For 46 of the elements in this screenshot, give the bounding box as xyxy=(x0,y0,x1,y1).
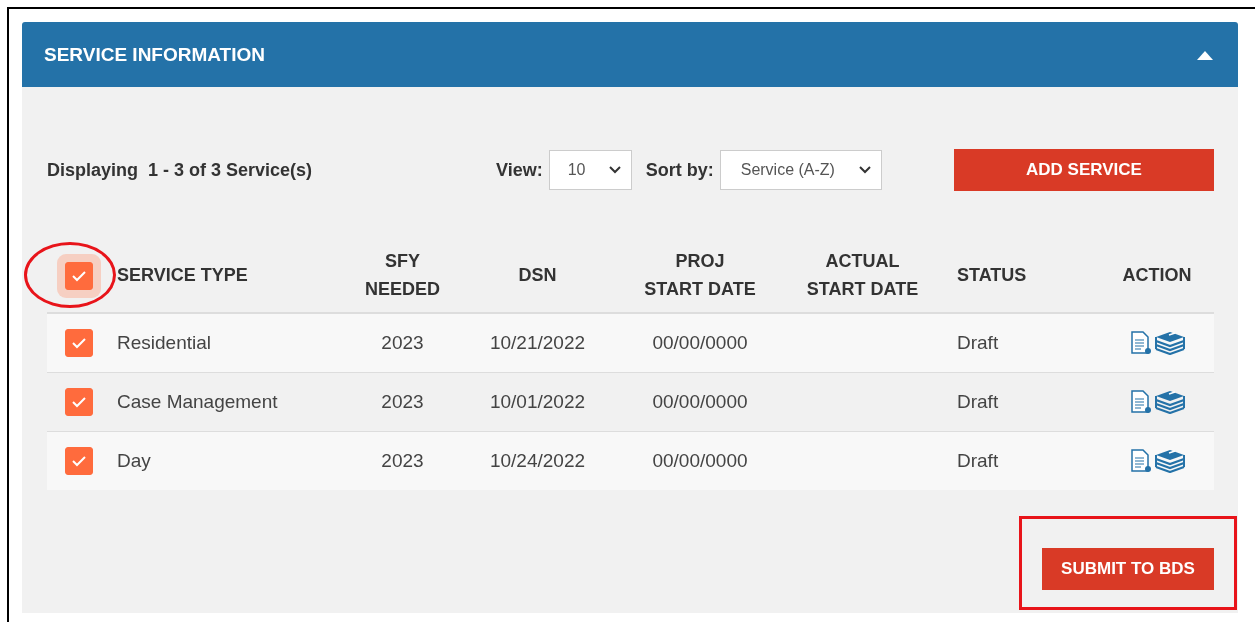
column-header: STATUS xyxy=(956,263,1028,287)
submit-button[interactable]: SUBMIT TO BDS xyxy=(1042,548,1214,590)
panel-title: SERVICE INFORMATION xyxy=(44,43,265,66)
chevron-icon xyxy=(858,166,871,174)
books-icon[interactable] xyxy=(1154,449,1185,473)
check-icon xyxy=(70,455,87,467)
column-header: SERVICE TYPE xyxy=(116,263,249,287)
sort-label: Sort by: xyxy=(645,159,714,181)
table-cell-text: 2023 xyxy=(380,391,425,413)
page-size-select[interactable]: 10 xyxy=(548,150,632,190)
column-header: DSN xyxy=(517,263,558,287)
column-header: ACTUAL START DATE xyxy=(805,249,920,301)
table-cell-text: 00/00/0000 xyxy=(651,391,749,413)
column-header: SFY NEEDED xyxy=(364,249,441,301)
table-cell-text: Case Management xyxy=(116,391,279,413)
add-service-button[interactable]: ADD SERVICE xyxy=(954,149,1214,191)
view-label: View: xyxy=(496,159,543,181)
table-cell-text: 00/00/0000 xyxy=(651,450,749,472)
chevron-icon xyxy=(608,166,621,174)
table-cell-text: Residential xyxy=(116,332,212,354)
results-summary: Displaying 1 - 3 of 3 Service(s) xyxy=(47,159,314,181)
table-cell-text: 10/21/2022 xyxy=(488,332,587,354)
table-cell-text: 2023 xyxy=(380,450,425,472)
document-icon[interactable] xyxy=(1129,390,1152,414)
row-checkbox[interactable] xyxy=(64,447,93,475)
document-icon[interactable] xyxy=(1129,331,1152,355)
collapse-icon[interactable] xyxy=(1197,49,1213,60)
column-header: ACTION xyxy=(1121,263,1193,287)
table-cell-text: 10/24/2022 xyxy=(488,450,587,472)
books-icon[interactable] xyxy=(1154,390,1185,414)
row-checkbox[interactable] xyxy=(64,329,93,357)
check-icon xyxy=(70,337,87,349)
table-cell-text: 2023 xyxy=(380,332,425,354)
books-icon[interactable] xyxy=(1154,331,1185,355)
table-cell-text: 00/00/0000 xyxy=(651,332,749,354)
table-cell-text: Draft xyxy=(956,391,1000,413)
table-cell-text: 10/01/2022 xyxy=(488,391,587,413)
table-cell-text: Day xyxy=(116,450,152,472)
document-icon[interactable] xyxy=(1129,449,1152,473)
row-checkbox[interactable] xyxy=(64,388,93,416)
column-header: PROJ START DATE xyxy=(643,249,757,301)
check-icon xyxy=(70,396,87,408)
table-cell-text: Draft xyxy=(956,450,1000,472)
sort-select[interactable]: Service (A-Z) xyxy=(719,150,882,190)
check-icon xyxy=(70,269,87,282)
table-cell-text: Draft xyxy=(956,332,1000,354)
